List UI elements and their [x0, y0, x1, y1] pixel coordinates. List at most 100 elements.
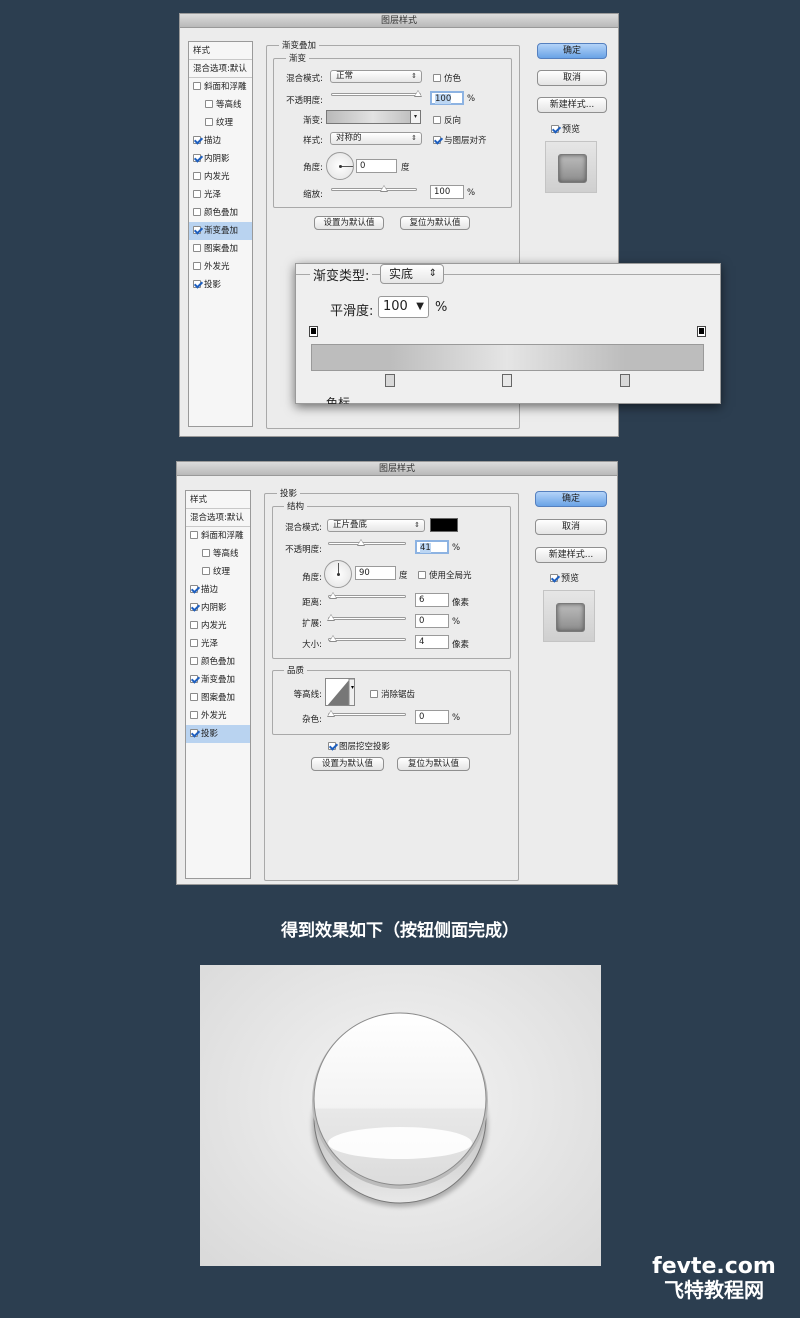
- shadow-color-swatch[interactable]: [430, 518, 458, 532]
- reset-default-button[interactable]: 复位为默认值: [397, 757, 470, 771]
- size-input[interactable]: 4: [415, 635, 449, 649]
- cancel-button[interactable]: 取消: [537, 70, 607, 86]
- sidebar-checkbox[interactable]: [193, 279, 201, 288]
- sidebar-checkbox[interactable]: [202, 566, 210, 575]
- opacity-input[interactable]: 100: [430, 91, 464, 105]
- opacity-slider[interactable]: [331, 90, 422, 97]
- angle-input[interactable]: 0: [356, 159, 397, 173]
- sidebar-item[interactable]: 混合选项:默认: [189, 60, 252, 78]
- sidebar-item[interactable]: 外发光: [189, 258, 252, 276]
- sidebar-checkbox[interactable]: [190, 656, 198, 665]
- sidebar-item[interactable]: 纹理: [186, 563, 250, 581]
- sidebar-item[interactable]: 颜色叠加: [186, 653, 250, 671]
- blend-mode-select[interactable]: 正常 ⇕: [330, 70, 422, 83]
- sidebar-item[interactable]: 渐变叠加: [186, 671, 250, 689]
- sidebar-item[interactable]: 描边: [189, 132, 252, 150]
- blend-mode-select[interactable]: 正片叠底 ⇕: [327, 519, 425, 532]
- distance-slider[interactable]: [328, 592, 406, 599]
- style-select[interactable]: 对称的 ⇕: [330, 132, 422, 145]
- color-stop-2[interactable]: [502, 374, 512, 387]
- sidebar-item[interactable]: 图案叠加: [186, 689, 250, 707]
- opacity-stop-right[interactable]: [697, 326, 706, 337]
- sidebar-item[interactable]: 斜面和浮雕: [189, 78, 252, 96]
- noise-input[interactable]: 0: [415, 710, 449, 724]
- opacity-slider-knob[interactable]: [414, 90, 422, 97]
- sidebar-item[interactable]: 光泽: [189, 186, 252, 204]
- cancel-button[interactable]: 取消: [535, 519, 607, 535]
- preview-option[interactable]: 预览: [551, 122, 580, 135]
- sidebar-item[interactable]: 投影: [186, 725, 250, 743]
- noise-slider[interactable]: [327, 710, 406, 717]
- reset-default-button[interactable]: 复位为默认值: [400, 216, 470, 230]
- new-style-button[interactable]: 新建样式...: [537, 97, 607, 113]
- angle-dial[interactable]: [324, 560, 352, 588]
- sidebar-item[interactable]: 样式: [186, 491, 250, 509]
- sidebar-item[interactable]: 图案叠加: [189, 240, 252, 258]
- scale-slider-knob[interactable]: [380, 185, 388, 192]
- sidebar-checkbox[interactable]: [190, 530, 198, 539]
- sidebar-checkbox[interactable]: [193, 171, 201, 180]
- sidebar-item[interactable]: 内阴影: [186, 599, 250, 617]
- sidebar-checkbox[interactable]: [193, 135, 201, 144]
- sidebar-item[interactable]: 外发光: [186, 707, 250, 725]
- sidebar-checkbox[interactable]: [190, 638, 198, 647]
- opacity-input[interactable]: 41: [415, 540, 449, 554]
- gradient-bar[interactable]: [311, 344, 704, 371]
- sidebar-item[interactable]: 等高线: [186, 545, 250, 563]
- color-stop-3[interactable]: [620, 374, 630, 387]
- reverse-checkbox[interactable]: [433, 115, 441, 124]
- sidebar-checkbox[interactable]: [190, 728, 198, 737]
- sidebar-checkbox[interactable]: [190, 584, 198, 593]
- scale-input[interactable]: 100: [430, 185, 464, 199]
- sidebar-item[interactable]: 内阴影: [189, 150, 252, 168]
- set-default-button[interactable]: 设置为默认值: [311, 757, 384, 771]
- sidebar-checkbox[interactable]: [202, 548, 210, 557]
- antialias-checkbox[interactable]: [370, 689, 378, 698]
- opacity-slider-knob[interactable]: [357, 539, 365, 546]
- angle-input[interactable]: 90: [355, 566, 396, 580]
- sidebar-item[interactable]: 内发光: [189, 168, 252, 186]
- contour-picker[interactable]: ▾: [325, 678, 355, 706]
- reverse-option[interactable]: 反向: [433, 114, 461, 126]
- preview-checkbox[interactable]: [550, 573, 558, 582]
- size-slider-knob[interactable]: [329, 635, 337, 642]
- sidebar-checkbox[interactable]: [193, 153, 201, 162]
- sidebar-checkbox[interactable]: [193, 225, 201, 234]
- sidebar-item[interactable]: 投影: [189, 276, 252, 294]
- dither-checkbox[interactable]: [433, 73, 441, 82]
- global-light-option[interactable]: 使用全局光: [418, 569, 472, 581]
- new-style-button[interactable]: 新建样式...: [535, 547, 607, 563]
- knockout-option[interactable]: 图层挖空投影: [328, 740, 390, 752]
- sidebar-checkbox[interactable]: [193, 243, 201, 252]
- ok-button[interactable]: 确定: [535, 491, 607, 507]
- opacity-stop-left[interactable]: [309, 326, 318, 337]
- angle-dial[interactable]: [326, 152, 354, 180]
- sidebar-item[interactable]: 内发光: [186, 617, 250, 635]
- knockout-checkbox[interactable]: [328, 741, 336, 750]
- antialias-option[interactable]: 消除锯齿: [370, 688, 415, 700]
- sidebar-item[interactable]: 纹理: [189, 114, 252, 132]
- sidebar-item[interactable]: 颜色叠加: [189, 204, 252, 222]
- global-light-checkbox[interactable]: [418, 570, 426, 579]
- gradient-type-select[interactable]: 实底 ⇕: [380, 264, 444, 284]
- sidebar-checkbox[interactable]: [190, 674, 198, 683]
- color-stop-1[interactable]: [385, 374, 395, 387]
- sidebar-checkbox[interactable]: [193, 207, 201, 216]
- sidebar-item[interactable]: 等高线: [189, 96, 252, 114]
- preview-checkbox[interactable]: [551, 124, 559, 133]
- align-checkbox[interactable]: [433, 135, 441, 144]
- sidebar-item[interactable]: 混合选项:默认: [186, 509, 250, 527]
- preview-option[interactable]: 预览: [550, 571, 579, 584]
- gradient-dropdown-arrow-icon[interactable]: ▾: [410, 110, 421, 124]
- smoothness-input[interactable]: 100 ▼: [378, 296, 429, 318]
- spread-slider[interactable]: [327, 614, 406, 621]
- scale-slider[interactable]: [331, 185, 417, 192]
- sidebar-checkbox[interactable]: [190, 602, 198, 611]
- ok-button[interactable]: 确定: [537, 43, 607, 59]
- sidebar-checkbox[interactable]: [205, 117, 213, 126]
- sidebar-checkbox[interactable]: [190, 620, 198, 629]
- sidebar-checkbox[interactable]: [193, 81, 201, 90]
- set-default-button[interactable]: 设置为默认值: [314, 216, 384, 230]
- sidebar-checkbox[interactable]: [205, 99, 213, 108]
- sidebar-checkbox[interactable]: [190, 692, 198, 701]
